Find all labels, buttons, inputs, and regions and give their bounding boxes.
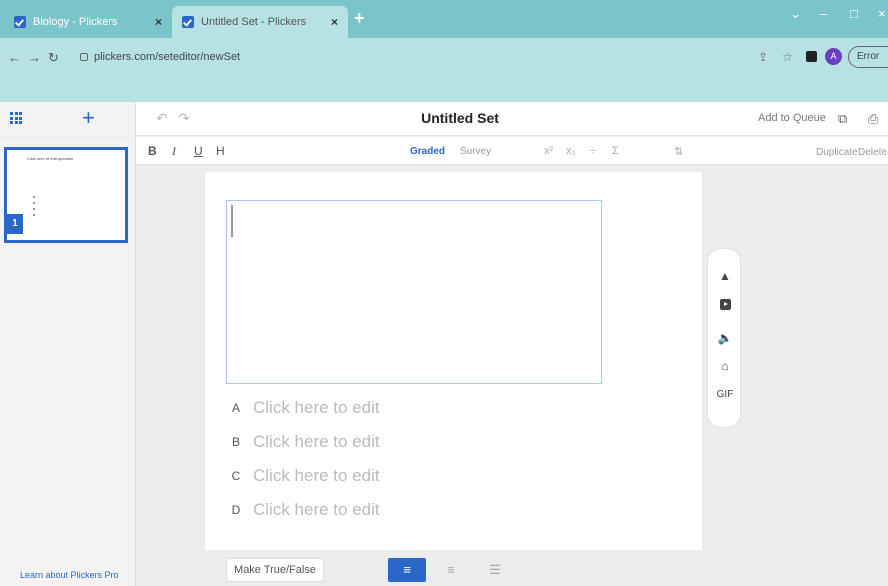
tab-biology[interactable]: Biology - Plickers × bbox=[4, 6, 172, 38]
slide-choice-dots bbox=[33, 196, 35, 216]
animation-icon[interactable]: ⌂ bbox=[708, 359, 742, 373]
bookmark-star-icon[interactable]: ☆ bbox=[782, 50, 793, 64]
align-center-icon[interactable]: ≡ bbox=[432, 558, 470, 582]
heading-button[interactable]: H bbox=[216, 144, 225, 158]
subscript-icon[interactable]: x₂ bbox=[566, 145, 576, 157]
choice-c[interactable]: C Click here to edit bbox=[227, 466, 380, 486]
plickers-favicon-icon bbox=[14, 16, 26, 28]
reload-icon[interactable]: ↻ bbox=[48, 50, 59, 66]
extension-icon[interactable] bbox=[806, 51, 817, 62]
browser-tabstrip: Biology - Plickers × Untitled Set - Plic… bbox=[0, 0, 888, 38]
copy-icon[interactable]: ⧉ bbox=[838, 111, 847, 127]
bold-button[interactable]: B bbox=[148, 144, 157, 158]
forward-icon[interactable]: → bbox=[28, 50, 41, 65]
choice-letter: D bbox=[231, 503, 241, 517]
choice-text[interactable]: Click here to edit bbox=[253, 398, 380, 418]
choice-text[interactable]: Click here to edit bbox=[253, 500, 380, 520]
choice-text[interactable]: Click here to edit bbox=[253, 432, 380, 452]
plickers-favicon-icon bbox=[182, 16, 194, 28]
chevron-down-icon[interactable]: ⌄ bbox=[790, 6, 801, 22]
redo-icon[interactable]: ↷ bbox=[178, 110, 190, 127]
minimize-icon[interactable]: – bbox=[820, 6, 827, 21]
media-panel: ▲ 🔈 ⌂ GIF bbox=[707, 248, 741, 428]
question-input[interactable] bbox=[226, 200, 602, 384]
question-canvas: A Click here to edit B Click here to edi… bbox=[205, 172, 702, 550]
update-button[interactable]: Error bbox=[848, 46, 888, 68]
tab-untitled-set[interactable]: Untitled Set - Plickers × bbox=[172, 6, 348, 38]
delete-button[interactable]: Delete bbox=[858, 147, 887, 158]
format-toolbar: B I U H Graded Survey x² x₂ ÷ Σ ⇅ Duplic… bbox=[136, 137, 888, 165]
back-icon[interactable]: ← bbox=[8, 50, 21, 65]
video-icon[interactable] bbox=[720, 299, 731, 310]
choice-a[interactable]: A Click here to edit bbox=[227, 398, 380, 418]
tab-close-icon[interactable]: × bbox=[155, 15, 162, 29]
app-header: + ↶ ↷ Untitled Set Add to Queue ⧉ ⎙ bbox=[0, 102, 888, 136]
sound-icon[interactable]: 🔈 bbox=[708, 331, 742, 345]
superscript-icon[interactable]: x² bbox=[544, 145, 553, 157]
slide-preview-text: Click here to edit question bbox=[27, 156, 74, 161]
graded-toggle[interactable]: Graded bbox=[410, 146, 445, 157]
lock-icon bbox=[80, 53, 88, 61]
url-field[interactable]: plickers.com/seteditor/newSet bbox=[80, 46, 740, 68]
fraction-icon[interactable]: ÷ bbox=[590, 145, 596, 157]
duplicate-button[interactable]: Duplicate bbox=[816, 147, 858, 158]
tab-close-icon[interactable]: × bbox=[331, 15, 338, 29]
undo-icon[interactable]: ↶ bbox=[156, 110, 168, 127]
address-bar: ← → ↻ plickers.com/seteditor/newSet ⇪ ☆ … bbox=[0, 38, 888, 78]
image-icon[interactable]: ▲ bbox=[708, 269, 742, 283]
apps-grid-icon[interactable] bbox=[10, 112, 22, 124]
align-left-icon[interactable]: ≡ bbox=[388, 558, 426, 582]
profile-avatar[interactable]: A bbox=[825, 48, 842, 65]
sidebar-header: + bbox=[0, 102, 136, 136]
print-icon[interactable]: ⎙ bbox=[868, 111, 878, 127]
maximize-icon[interactable]: □ bbox=[850, 6, 858, 21]
slide-sidebar: Click here to edit question 1 Learn abou… bbox=[0, 137, 136, 586]
survey-toggle[interactable]: Survey bbox=[460, 146, 491, 157]
add-to-queue-button[interactable]: Add to Queue bbox=[758, 112, 826, 124]
tab-label: Untitled Set - Plickers bbox=[201, 16, 307, 28]
gif-button[interactable]: GIF bbox=[708, 389, 742, 400]
align-grid-icon[interactable]: ☰ bbox=[476, 558, 514, 582]
set-title[interactable]: Untitled Set bbox=[380, 110, 540, 126]
choice-b[interactable]: B Click here to edit bbox=[227, 432, 380, 452]
text-caret bbox=[231, 205, 233, 237]
choice-letter: A bbox=[231, 401, 240, 415]
choice-letter: C bbox=[231, 469, 241, 483]
italic-button[interactable]: I bbox=[172, 144, 176, 159]
slide-number: 1 bbox=[7, 214, 23, 234]
learn-pro-link[interactable]: Learn about Plickers Pro bbox=[20, 570, 119, 580]
tab-label: Biology - Plickers bbox=[33, 16, 118, 28]
make-true-false-button[interactable]: Make True/False bbox=[226, 558, 324, 582]
add-question-button[interactable]: + bbox=[82, 105, 95, 131]
sort-icon[interactable]: ⇅ bbox=[674, 145, 683, 158]
bookmark-bar bbox=[0, 78, 888, 102]
choice-d[interactable]: D Click here to edit bbox=[227, 500, 380, 520]
new-tab-button[interactable]: + bbox=[354, 8, 365, 29]
window-close-icon[interactable]: × bbox=[878, 6, 886, 21]
share-icon[interactable]: ⇪ bbox=[758, 50, 768, 64]
url-text: plickers.com/seteditor/newSet bbox=[94, 51, 241, 63]
slide-thumbnail[interactable]: Click here to edit question 1 bbox=[4, 147, 128, 243]
sigma-icon[interactable]: Σ bbox=[612, 145, 619, 157]
choice-text[interactable]: Click here to edit bbox=[253, 466, 380, 486]
underline-button[interactable]: U bbox=[194, 144, 203, 158]
choice-letter: B bbox=[231, 435, 240, 449]
